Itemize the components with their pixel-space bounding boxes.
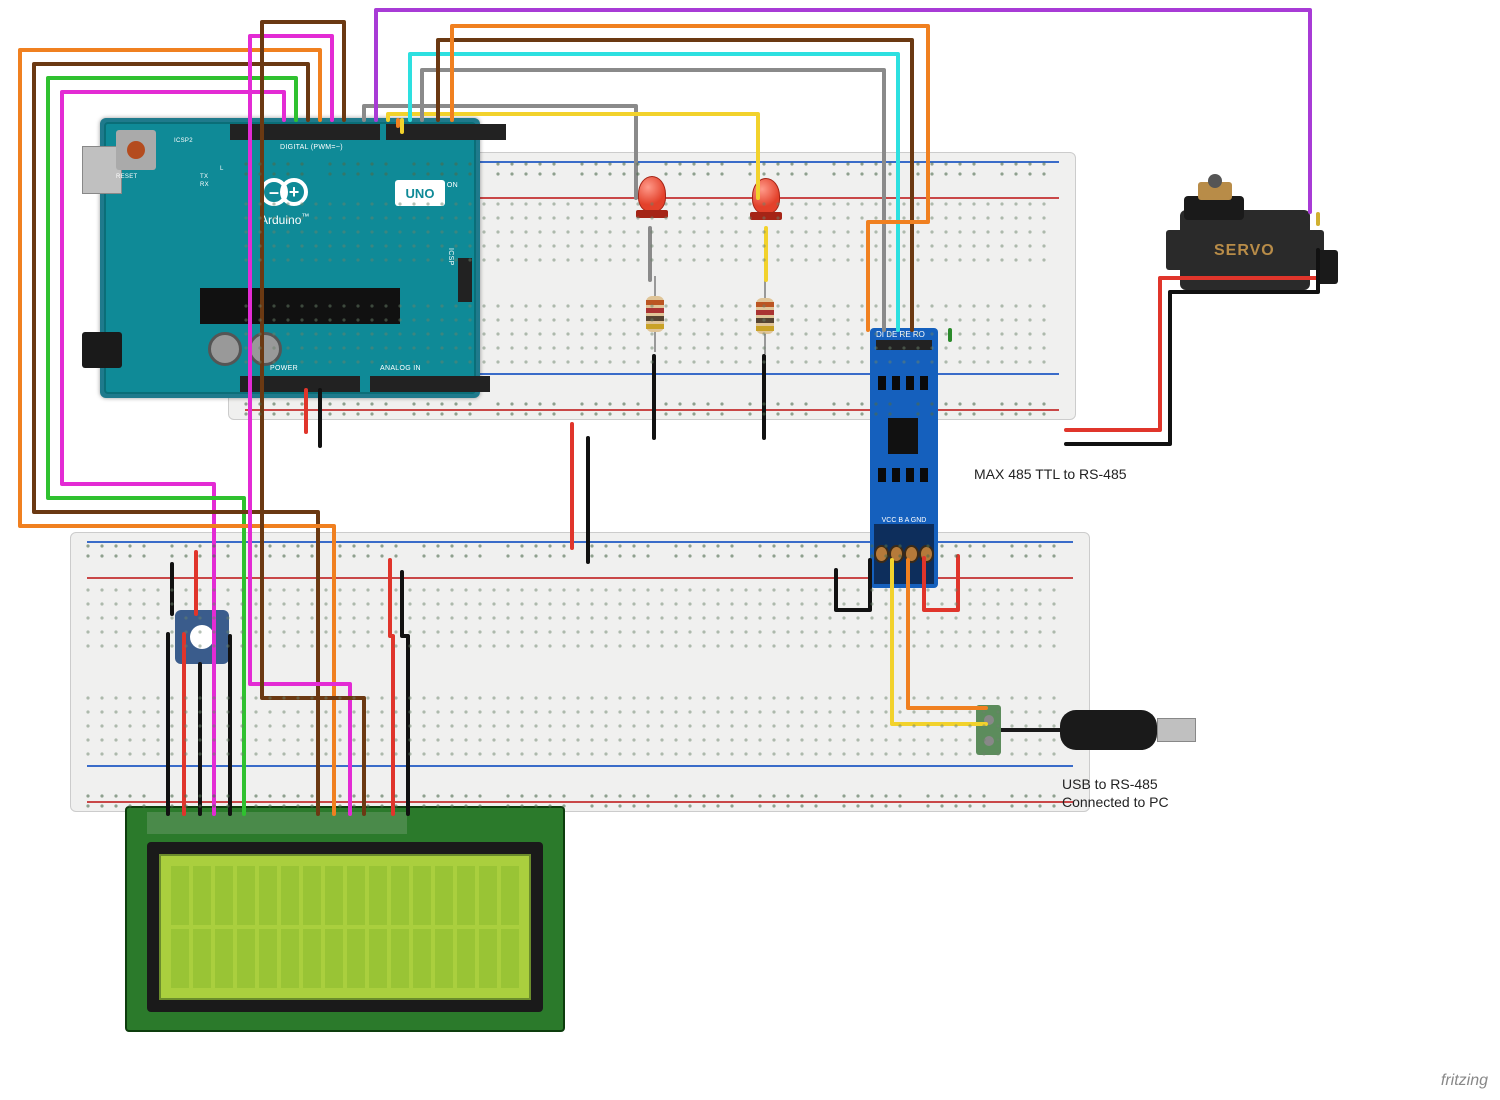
digital-label: DIGITAL (PWM=~) — [280, 144, 343, 151]
power-label: POWER — [270, 365, 298, 372]
lcd-16x2 — [125, 806, 565, 1032]
arduino-barrel-jack — [82, 332, 122, 368]
usb485-annotation-2: Connected to PC — [1062, 794, 1169, 810]
arduino-header-analog — [370, 376, 490, 392]
arduino-header-power — [240, 376, 360, 392]
analog-label: ANALOG IN — [380, 365, 421, 372]
arduino-cap-2 — [248, 332, 282, 366]
potentiometer — [175, 610, 229, 664]
icsp2-label: ICSP2 — [174, 138, 193, 144]
arduino-header-digital-b — [386, 124, 506, 140]
led-1 — [638, 176, 666, 218]
on-label: ON — [447, 182, 458, 189]
usb485-annotation-1: USB to RS-485 — [1062, 776, 1158, 792]
max485-module: DI DE RE RO VCC B A GND — [870, 328, 938, 588]
led-2 — [752, 178, 780, 220]
arduino-header-digital-a — [230, 124, 380, 140]
fritzing-watermark: fritzing — [1441, 1072, 1488, 1090]
arduino-model-badge: UNO — [395, 180, 445, 206]
arduino-atmega-chip — [200, 288, 400, 324]
max485-ic — [888, 418, 918, 454]
icsp-label: ICSP — [447, 248, 454, 266]
max485-screw-terminal — [874, 524, 934, 584]
wiring-diagram: RESET ICSP2 TX RX L –+ UNO Arduino™ DIGI… — [0, 0, 1500, 1100]
arduino-logo: –+ — [260, 178, 308, 206]
resistor-1 — [654, 276, 656, 352]
tx-label: TX — [200, 174, 208, 180]
max485-terminal-label: VCC B A GND — [870, 517, 938, 524]
lcd-header-pins — [147, 812, 407, 834]
l-label: L — [220, 166, 224, 172]
arduino-uno: RESET ICSP2 TX RX L –+ UNO Arduino™ DIGI… — [100, 118, 480, 398]
max485-annotation: MAX 485 TTL to RS-485 — [974, 466, 1127, 482]
servo-label: SERVO — [1214, 242, 1275, 260]
max485-pins-label: DI DE RE RO — [876, 330, 925, 339]
arduino-reset-button — [116, 130, 156, 170]
arduino-brand-label: Arduino™ — [260, 212, 309, 227]
servo-connector — [1316, 250, 1338, 284]
rx-label: RX — [200, 182, 209, 188]
reset-label: RESET — [116, 174, 138, 180]
usb-to-rs485-adapter — [976, 700, 1196, 760]
arduino-cap-1 — [208, 332, 242, 366]
resistor-2 — [764, 278, 766, 354]
servo-motor: SERVO — [1160, 180, 1370, 310]
arduino-icsp-header — [458, 258, 472, 302]
